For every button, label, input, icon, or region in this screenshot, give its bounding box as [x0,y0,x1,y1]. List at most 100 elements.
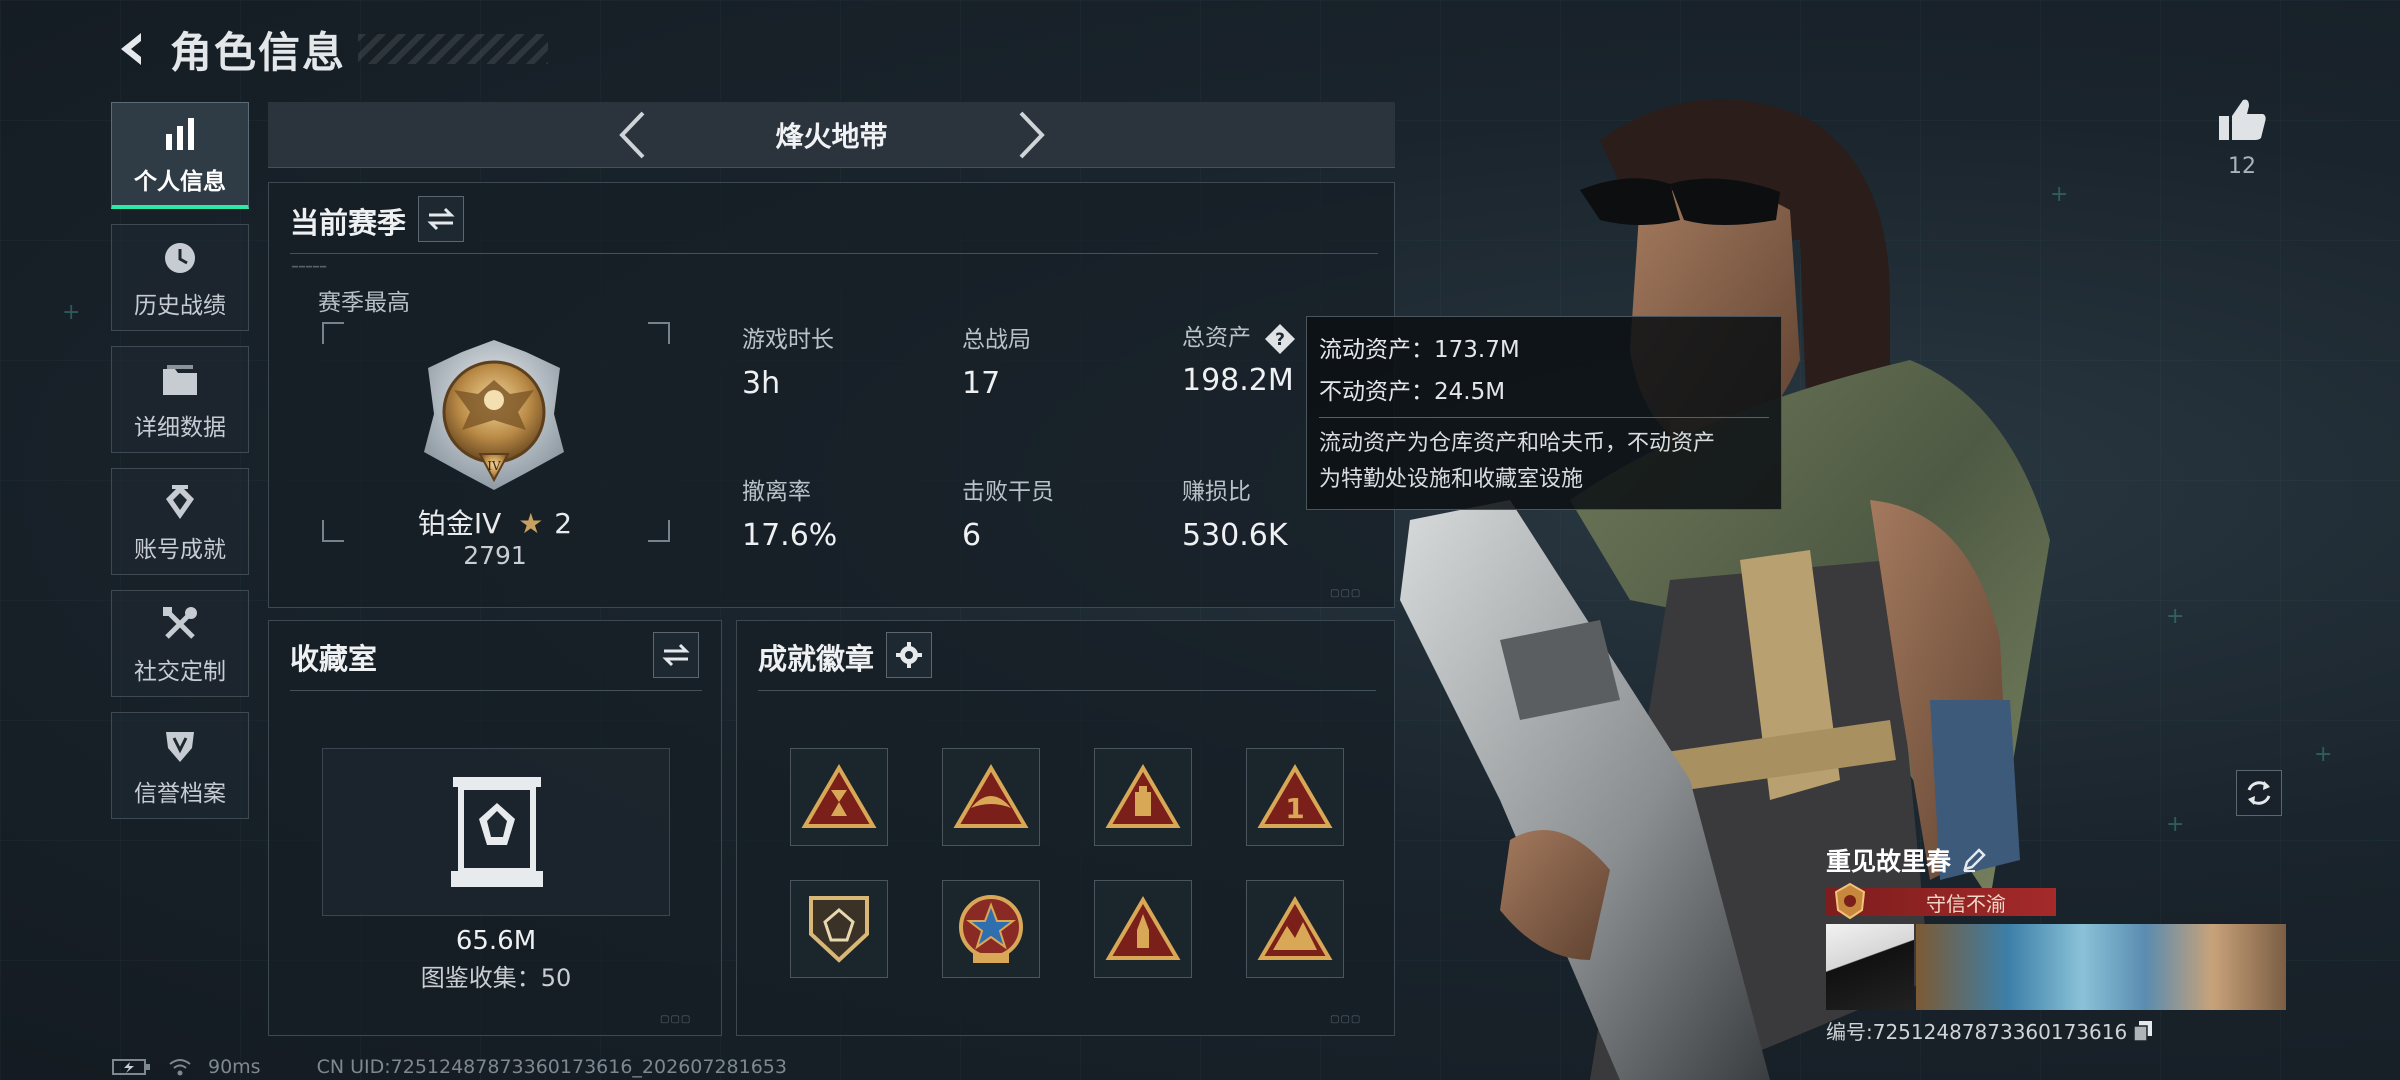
sidebar-item-achievements[interactable]: 账号成就 [111,468,249,575]
stat-value: 17.6% [742,518,838,553]
badges-title: 成就徽章 [758,642,875,676]
achievement-badge[interactable] [1246,880,1344,978]
avatar[interactable] [1826,924,1914,1010]
wifi-icon [169,1059,191,1076]
sidebar-item-details[interactable]: 详细数据 [111,346,249,453]
stat-play-time: 游戏时长 3h [742,320,834,401]
swap-icon [427,207,455,231]
swap-icon [662,643,690,667]
stat-profit-ratio: 赚损比 530.6K [1182,472,1288,553]
mode-next-button[interactable] [997,105,1067,165]
divider [758,690,1376,691]
chevron-right-icon [1019,111,1045,158]
like-area: 12 [2212,96,2272,179]
achievement-badge[interactable] [1094,748,1192,846]
player-id: 编号:72512487873360173616 [1826,1020,2128,1044]
badges-settings-button[interactable] [886,632,932,678]
achievement-badge[interactable] [942,880,1040,978]
divider [290,690,702,691]
mode-name: 烽火地带 [775,119,888,153]
rank-stars: 2 [554,507,573,540]
stat-label: 总战局 [962,327,1031,353]
stat-value: 198.2M [1182,362,1294,398]
decor-corner: ▢▢▢ [1330,1014,1362,1025]
season-title: 当前赛季 [290,206,407,240]
achievement-badge[interactable] [790,880,888,978]
like-count: 12 [2228,154,2256,179]
badge-number-one-icon: 1 [1257,764,1333,828]
badge-star-medal-icon [959,895,1023,963]
refresh-button[interactable] [2236,770,2282,816]
badge-bottle-icon [1105,764,1181,828]
player-name: 重见故里春 [1826,847,1952,876]
mode-prev-button[interactable] [597,105,667,165]
sidebar-item-label: 历史战绩 [134,292,226,319]
collection-display[interactable] [322,748,670,916]
sidebar-item-history[interactable]: 历史战绩 [111,224,249,331]
collection-count: 图鉴收集：50 [420,964,572,992]
svg-text:1: 1 [1285,792,1304,825]
honor-bar: 守信不渝 [1826,882,2056,920]
tooltip-description-line: 为特勤处设施和收藏室设施 [1319,467,1584,492]
player-name-row: 重见故里春 [1826,842,2286,878]
edit-pencil-icon[interactable] [1961,847,1987,873]
stat-label: 总资产 [1182,325,1251,351]
tooltip-liquid-assets: 流动资产：173.7M [1319,337,1520,363]
divider [290,253,1378,254]
status-bar: 90ms CN UID:72512487873360173616_2026072… [112,1054,787,1080]
decor-corner: ▢▢▢ [660,1014,692,1025]
stat-label: 撤离率 [742,479,811,505]
svg-text:IV: IV [487,459,501,473]
page-header: 角色信息 [112,22,549,77]
achievement-badge[interactable] [790,748,888,846]
collection-switch-button[interactable] [653,632,699,678]
folder-icon [161,358,199,402]
tooltip-divider [1319,417,1769,418]
stat-extract-rate: 撤离率 17.6% [742,472,837,553]
achievement-badge[interactable] [1094,880,1192,978]
sidebar-item-social[interactable]: 社交定制 [111,590,249,697]
sidebar-item-label: 信誉档案 [134,780,226,807]
help-icon[interactable]: ? [1264,323,1296,355]
sidebar-item-credit[interactable]: 信誉档案 [111,712,249,819]
stat-value: 6 [962,518,982,553]
sidebar: 个人信息 历史战绩 详细数据 账号成就 社交定制 信誉档案 [111,102,249,834]
player-id-row: 编号:72512487873360173616 [1826,1016,2286,1045]
title-decoration [358,34,549,64]
stat-label-row: 总资产 ? [1182,318,1296,355]
thumbs-up-icon[interactable] [2217,96,2267,142]
season-best-label: 赛季最高 [318,290,410,316]
achievement-icon [162,480,198,524]
stat-label: 赚损比 [1182,479,1251,505]
honor-title: 守信不渝 [1926,891,2006,916]
achievement-badge[interactable]: 1 [1246,748,1344,846]
decor-plus: + [62,300,81,325]
page-title: 角色信息 [170,27,347,77]
back-button[interactable] [112,28,154,70]
decor-plus: + [2314,742,2333,767]
profile-banner[interactable] [1916,924,2286,1010]
collection-title: 收藏室 [290,642,378,676]
sidebar-item-label: 详细数据 [134,414,226,441]
stat-value: 530.6K [1182,518,1288,553]
mode-selector: 烽火地带 [268,102,1395,168]
bar-chart-icon [162,112,198,156]
rank-star-icon: ★ [518,507,544,540]
collection-value: 65.6M [455,926,537,956]
stat-value: 17 [962,366,1001,401]
sidebar-item-label: 个人信息 [134,169,226,195]
back-arrow-icon [121,33,141,65]
achievement-badge[interactable] [942,748,1040,846]
uid-text: CN UID:72512487873360173616_202607281653 [316,1056,787,1078]
sidebar-item-profile[interactable]: 个人信息 [111,102,249,209]
stat-total-matches: 总战局 17 [962,320,1031,401]
copy-icon[interactable] [2133,1020,2153,1042]
player-card: 重见故里春 守信不渝 编号:72512487873360173616 [1826,842,2286,1045]
assets-tooltip: 流动资产：173.7M 不动资产：24.5M 流动资产为仓库资产和哈夫币，不动资… [1306,316,1782,510]
sidebar-item-label: 社交定制 [134,658,226,685]
gear-icon [896,642,922,668]
chevron-left-icon [618,111,644,158]
display-case-icon [451,777,543,887]
history-icon [162,236,198,280]
season-switch-button[interactable] [418,196,464,242]
